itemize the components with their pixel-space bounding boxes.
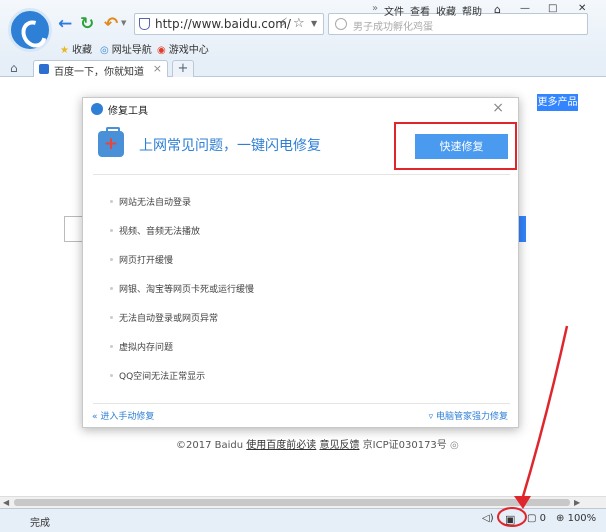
pc-manager-label: 电脑管家强力修复 — [435, 412, 508, 422]
undo-dropdown-icon[interactable]: ▼ — [121, 19, 126, 27]
tab-strip: ⌂ 百度一下，你就知道 × + — [0, 60, 606, 78]
close-window-button[interactable]: ✕ — [578, 3, 586, 14]
issue-item: 网页打开缓慢 — [119, 256, 174, 266]
star-icon[interactable]: ☆ — [293, 16, 305, 31]
skin-icon[interactable]: ⌂ — [494, 3, 501, 16]
footer-feedback-link[interactable]: 意见反馈 — [319, 440, 359, 451]
bullet-dot — [110, 345, 113, 348]
manual-repair-label: 进入手动修复 — [100, 412, 155, 422]
address-dropdown-icon[interactable]: ▼ — [311, 19, 317, 28]
more-menu-icon[interactable]: » — [372, 3, 378, 14]
status-text: 完成 — [30, 518, 50, 529]
dialog-heading: 上网常见问题，一键闪电修复 — [139, 138, 321, 154]
bullet-dot — [110, 200, 113, 203]
zoom-icon: ⊕ — [556, 513, 565, 524]
menu-view[interactable]: 查看 — [410, 3, 430, 18]
favorites-star-icon: ★ — [60, 45, 69, 56]
issue-item: 网银、淘宝等网页卡死或运行缓慢 — [119, 285, 255, 295]
bookmark-nav[interactable]: ◎ 网址导航 — [100, 41, 152, 56]
baidu-favicon-icon — [39, 64, 49, 74]
first-aid-kit-icon — [98, 127, 124, 157]
bookmark-favorites-label: 收藏 — [71, 45, 92, 56]
menu-help[interactable]: 帮助 — [462, 3, 482, 18]
back-arrow-icon[interactable]: ← — [58, 14, 72, 34]
refresh-icon[interactable]: ↻ — [80, 14, 94, 34]
shield-icon — [139, 18, 150, 30]
search-placeholder[interactable]: 男子成功孵化鸡蛋 — [353, 18, 433, 33]
bullet-dot — [110, 374, 113, 377]
footer-copyright: ©2017 Baidu — [176, 440, 244, 451]
issue-item: 网站无法自动登录 — [119, 198, 192, 208]
divider — [93, 174, 510, 175]
footer-icp: 京ICP证030173号 — [362, 440, 447, 451]
scrollbar-thumb[interactable] — [14, 499, 570, 506]
issue-item: 视频、音频无法播放 — [119, 227, 201, 237]
status-bar: 完成 ◁) ▣ ▢ 0 ⊕ 100% — [0, 508, 606, 532]
game-icon: ◉ — [157, 45, 166, 56]
undo-close-icon[interactable]: ↶ — [104, 14, 118, 34]
issue-item: QQ空间无法正常显示 — [119, 372, 206, 382]
horizontal-scrollbar[interactable]: ◀ ▶ — [0, 496, 606, 508]
new-tab-button[interactable]: + — [172, 60, 194, 77]
download-count[interactable]: ▢ 0 — [527, 513, 546, 524]
restore-button[interactable]: □ — [548, 3, 557, 14]
tab-title: 百度一下，你就知道 — [54, 67, 144, 78]
bookmark-games-label: 游戏中心 — [168, 45, 209, 56]
toolbox-icon[interactable]: ▣ — [505, 513, 515, 526]
tab-baidu[interactable]: 百度一下，你就知道 × — [33, 60, 168, 78]
download-shield-icon: ▢ — [527, 513, 537, 524]
speaker-icon[interactable]: ◁) — [482, 513, 494, 524]
repair-tool-icon — [91, 103, 103, 115]
lightning-icon[interactable]: ⚡ — [279, 16, 288, 31]
zoom-control[interactable]: ⊕ 100% — [556, 513, 596, 524]
issue-item: 无法自动登录或网页异常 — [119, 314, 219, 324]
page-footer: ©2017 Baidu 使用百度前必读 意见反馈 京ICP证030173号 ◎ — [176, 436, 459, 451]
quick-fix-button[interactable]: 快速修复 — [415, 134, 508, 159]
download-count-value: 0 — [539, 513, 547, 524]
bullet-dot — [110, 258, 113, 261]
bookmark-nav-label: 网址导航 — [111, 45, 152, 56]
scroll-right-icon[interactable]: ▶ — [574, 497, 580, 508]
divider — [93, 403, 510, 404]
tab-close-icon[interactable]: × — [153, 62, 162, 75]
bullet-dot — [110, 287, 113, 290]
double-chevron-left-icon: « — [92, 412, 98, 422]
home-icon[interactable]: ⌂ — [10, 61, 18, 75]
bookmark-favorites[interactable]: ★ 收藏 — [60, 41, 92, 56]
police-badge-icon: ◎ — [449, 440, 459, 451]
bookmark-games[interactable]: ◉ 游戏中心 — [157, 41, 209, 56]
repair-tool-dialog: 修复工具 × 上网常见问题，一键闪电修复 快速修复 网站无法自动登录 视频、音频… — [82, 97, 519, 428]
sogou-browser-logo[interactable] — [8, 8, 52, 52]
footer-must-read-link[interactable]: 使用百度前必读 — [246, 440, 316, 451]
minimize-button[interactable]: — — [520, 3, 530, 14]
more-products-button[interactable]: 更多产品 — [537, 94, 578, 111]
dialog-close-button[interactable]: × — [492, 100, 504, 116]
search-bar[interactable]: 男子成功孵化鸡蛋 — [328, 13, 588, 35]
pc-manager-shield-icon: ▿ — [428, 412, 434, 422]
globe-icon: ◎ — [100, 45, 109, 56]
zoom-value: 100% — [567, 513, 597, 524]
search-engine-icon[interactable] — [335, 18, 347, 30]
bullet-dot — [110, 229, 113, 232]
dialog-title: 修复工具 — [108, 106, 148, 117]
browser-toolbar: ← ↻ ↶ ▼ http://www.baidu.com/ ⚡ ☆ ▼ 男子成功… — [0, 0, 606, 60]
scroll-left-icon[interactable]: ◀ — [3, 497, 9, 508]
menu-favorites[interactable]: 收藏 — [436, 3, 456, 18]
address-url[interactable]: http://www.baidu.com/ — [155, 17, 291, 31]
pc-manager-repair-link[interactable]: ▿ 电脑管家强力修复 — [429, 409, 508, 422]
manual-repair-link[interactable]: « 进入手动修复 — [92, 409, 154, 422]
address-bar[interactable]: http://www.baidu.com/ ⚡ ☆ ▼ — [134, 13, 324, 35]
issue-item: 虚拟内存问题 — [119, 343, 174, 353]
bullet-dot — [110, 316, 113, 319]
menu-file[interactable]: 文件 — [384, 3, 404, 18]
